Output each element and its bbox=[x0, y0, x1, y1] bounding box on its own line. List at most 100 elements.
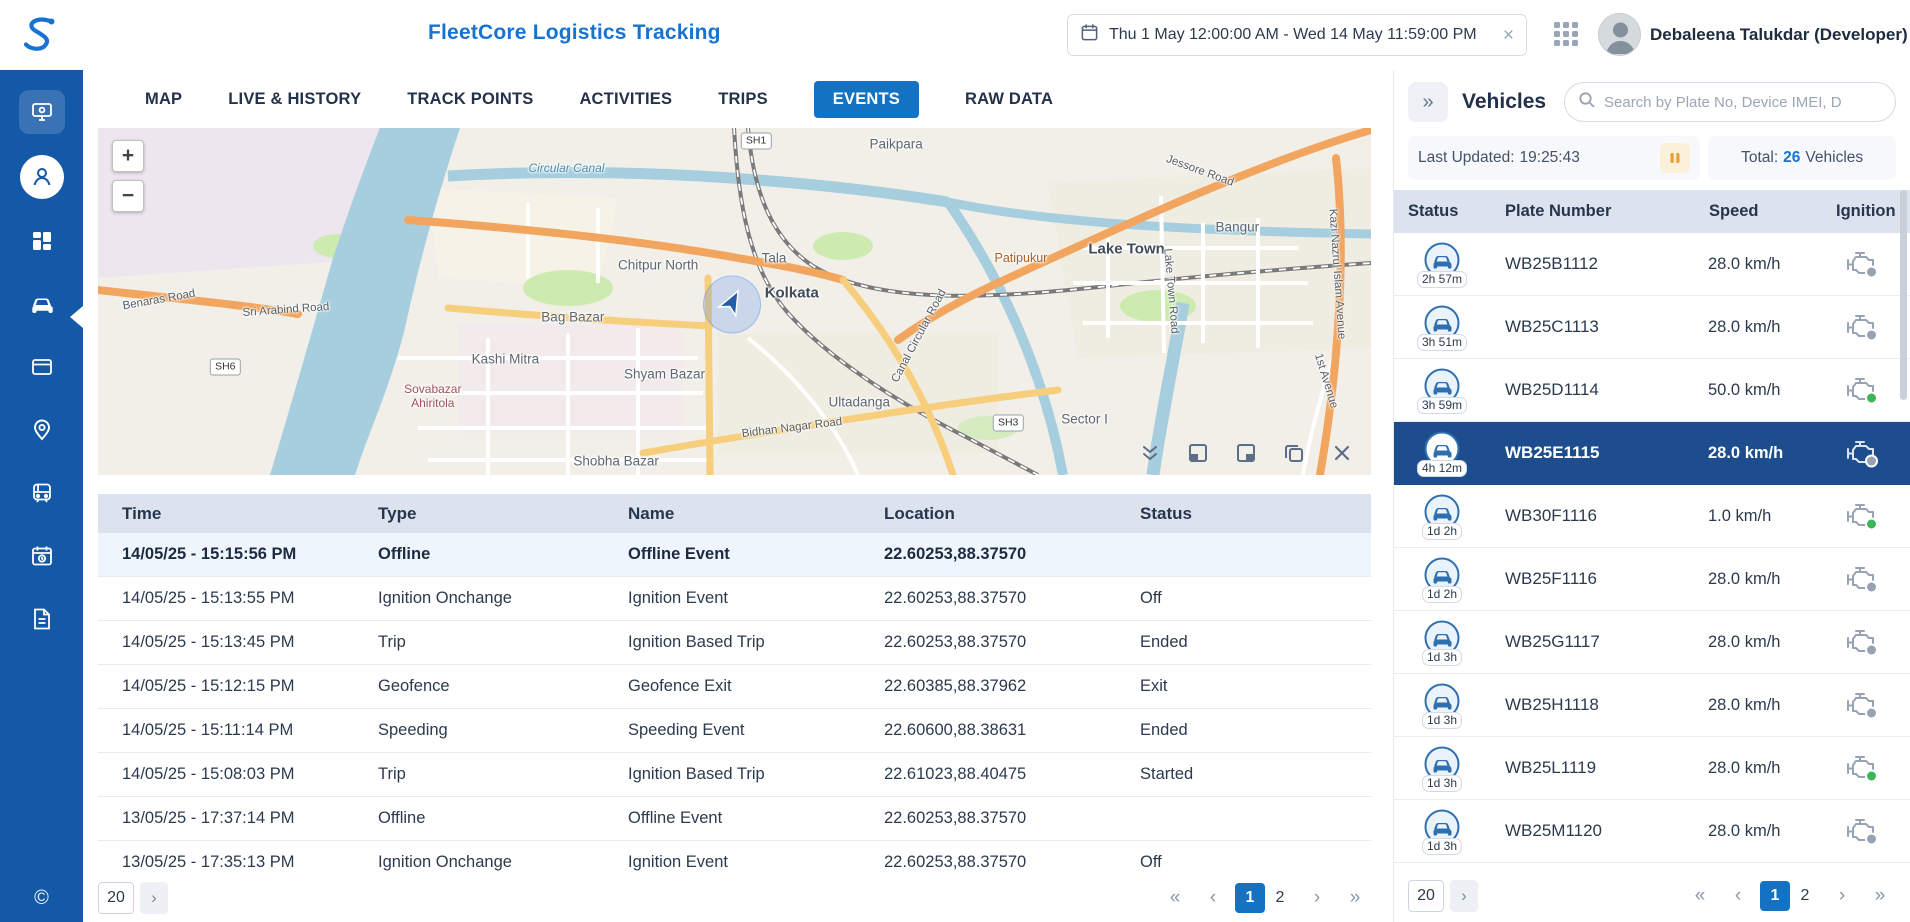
events-prev-page-button[interactable]: ‹ bbox=[1197, 882, 1229, 914]
collapse-table-icon[interactable] bbox=[1137, 440, 1163, 469]
vehicle-speed: 28.0 km/h bbox=[1694, 759, 1814, 778]
vehicle-row[interactable]: 1d 3h WB25M1120 28.0 km/h bbox=[1394, 800, 1910, 863]
apps-grid-icon[interactable] bbox=[1552, 20, 1582, 50]
zoom-out-button[interactable]: − bbox=[112, 180, 144, 212]
event-type: Offline bbox=[354, 545, 604, 564]
vehicles-prev-page-button[interactable]: ‹ bbox=[1722, 880, 1754, 912]
event-status: Started bbox=[1116, 765, 1371, 784]
total-suffix: Vehicles bbox=[1805, 149, 1863, 167]
event-row[interactable]: 14/05/25 - 15:15:56 PMOfflineOffline Eve… bbox=[98, 533, 1371, 577]
map-label: SH6 bbox=[210, 359, 240, 376]
map-label: Kashi Mitra bbox=[472, 351, 540, 366]
events-page-size-expand-icon[interactable]: › bbox=[140, 882, 168, 914]
event-row[interactable]: 14/05/25 - 15:12:15 PMGeofenceGeofence E… bbox=[98, 665, 1371, 709]
copyright-icon[interactable]: © bbox=[0, 887, 83, 910]
vehicle-location-marker[interactable] bbox=[715, 285, 749, 324]
sidebar-item-transport[interactable] bbox=[19, 472, 65, 514]
event-row[interactable]: 14/05/25 - 15:08:03 PMTripIgnition Based… bbox=[98, 753, 1371, 797]
sidebar-item-monitor[interactable] bbox=[19, 90, 65, 134]
bus-icon bbox=[30, 481, 54, 505]
zoom-in-button[interactable]: + bbox=[112, 140, 144, 172]
event-row[interactable]: 14/05/25 - 15:13:55 PMIgnition OnchangeI… bbox=[98, 577, 1371, 621]
sidebar-item-driver[interactable] bbox=[20, 155, 64, 199]
vehicles-page-size[interactable]: 20 bbox=[1408, 880, 1444, 912]
vehicles-infobar: Last Updated: 19:25:43 Total: 26 Vehicle… bbox=[1408, 136, 1896, 180]
copy-icon[interactable] bbox=[1281, 440, 1307, 469]
tab-trips[interactable]: TRIPS bbox=[718, 90, 768, 109]
vehicle-row[interactable]: 4h 12m WB25E1115 28.0 km/h bbox=[1394, 422, 1910, 485]
column-header-speed: Speed bbox=[1694, 202, 1814, 221]
event-row[interactable]: 13/05/25 - 17:35:13 PMIgnition OnchangeI… bbox=[98, 841, 1371, 872]
event-row[interactable]: 14/05/25 - 15:11:14 PMSpeedingSpeeding E… bbox=[98, 709, 1371, 753]
vehicles-panel-title: Vehicles bbox=[1462, 90, 1546, 114]
events-page-size[interactable]: 20 bbox=[98, 882, 134, 914]
column-header-plate: Plate Number bbox=[1490, 202, 1694, 221]
tab-live-history[interactable]: LIVE & HISTORY bbox=[228, 90, 361, 109]
map-label: Kazi Nazrul Islam Avenue bbox=[1326, 208, 1347, 339]
sidebar-item-vehicles[interactable] bbox=[19, 283, 65, 325]
location-pin-icon bbox=[30, 418, 54, 442]
tab-activities[interactable]: ACTIVITIES bbox=[579, 90, 672, 109]
vehicle-row[interactable]: 1d 2h WB30F1116 1.0 km/h bbox=[1394, 485, 1910, 548]
sidebar-item-device[interactable] bbox=[19, 346, 65, 388]
date-clear-icon[interactable]: × bbox=[1503, 26, 1514, 45]
page-button-2[interactable]: 2 bbox=[1265, 883, 1295, 913]
vehicle-plate: WB25F1116 bbox=[1490, 569, 1694, 589]
vehicle-speed: 28.0 km/h bbox=[1694, 633, 1814, 652]
vehicles-next-page-button[interactable]: › bbox=[1826, 880, 1858, 912]
page-button-1[interactable]: 1 bbox=[1760, 881, 1790, 911]
vehicle-row[interactable]: 1d 2h WB25F1116 28.0 km/h bbox=[1394, 548, 1910, 611]
events-first-page-button[interactable]: « bbox=[1159, 882, 1191, 914]
vehicle-row[interactable]: 1d 3h WB25H1118 28.0 km/h bbox=[1394, 674, 1910, 737]
vehicle-row[interactable]: 1d 3h WB25G1117 28.0 km/h bbox=[1394, 611, 1910, 674]
event-status: Ended bbox=[1116, 633, 1371, 652]
map-label: Lake Town bbox=[1088, 241, 1164, 258]
active-sidebar-pointer bbox=[70, 306, 83, 328]
dock-right-icon[interactable] bbox=[1233, 440, 1259, 469]
events-table-body: 14/05/25 - 15:15:56 PMOfflineOffline Eve… bbox=[98, 533, 1371, 872]
close-icon[interactable] bbox=[1329, 440, 1355, 469]
tab-track-points[interactable]: TRACK POINTS bbox=[407, 90, 533, 109]
vehicles-last-page-button[interactable]: » bbox=[1864, 880, 1896, 912]
pause-refresh-icon[interactable] bbox=[1660, 143, 1690, 173]
vehicle-row[interactable]: 1d 3h WB25L1119 28.0 km/h bbox=[1394, 737, 1910, 800]
ignition-icon bbox=[1814, 312, 1910, 342]
ignition-icon bbox=[1814, 501, 1910, 531]
tab-map[interactable]: MAP bbox=[145, 90, 182, 109]
tab-raw-data[interactable]: RAW DATA bbox=[965, 90, 1053, 109]
vehicle-row[interactable]: 3h 59m WB25D1114 50.0 km/h bbox=[1394, 359, 1910, 422]
driver-icon bbox=[30, 165, 54, 189]
vehicles-page-size-expand-icon[interactable]: › bbox=[1450, 880, 1478, 912]
vehicle-speed: 28.0 km/h bbox=[1694, 570, 1814, 589]
sidebar-item-schedule[interactable] bbox=[19, 535, 65, 577]
event-status: Ended bbox=[1116, 721, 1371, 740]
event-status: Exit bbox=[1116, 677, 1371, 696]
page-button-2[interactable]: 2 bbox=[1790, 881, 1820, 911]
user-menu[interactable]: Debaleena Talukdar (Developer) bbox=[1598, 13, 1908, 56]
vehicle-search-input[interactable] bbox=[1604, 94, 1882, 111]
vehicles-scrollbar[interactable] bbox=[1900, 190, 1907, 400]
app-root: FleetCore Logistics Tracking Thu 1 May 1… bbox=[0, 0, 1910, 922]
events-next-page-button[interactable]: › bbox=[1301, 882, 1333, 914]
duration-badge: 1d 2h bbox=[1422, 523, 1462, 540]
event-row[interactable]: 13/05/25 - 17:37:14 PMOfflineOffline Eve… bbox=[98, 797, 1371, 841]
date-range-picker[interactable]: Thu 1 May 12:00:00 AM - Wed 14 May 11:59… bbox=[1067, 14, 1527, 56]
ignition-icon bbox=[1814, 627, 1910, 657]
vehicle-row[interactable]: 2h 57m WB25B1112 28.0 km/h bbox=[1394, 233, 1910, 296]
event-location: 22.60253,88.37570 bbox=[860, 809, 1116, 828]
vehicle-row[interactable]: 3h 51m WB25C1113 28.0 km/h bbox=[1394, 296, 1910, 359]
event-row[interactable]: 14/05/25 - 15:13:45 PMTripIgnition Based… bbox=[98, 621, 1371, 665]
events-last-page-button[interactable]: » bbox=[1339, 882, 1371, 914]
sidebar-item-location[interactable] bbox=[19, 409, 65, 451]
tab-events[interactable]: EVENTS bbox=[814, 81, 919, 118]
column-header-status: Status bbox=[1394, 202, 1490, 221]
page-button-1[interactable]: 1 bbox=[1235, 883, 1265, 913]
sidebar-item-report[interactable] bbox=[19, 598, 65, 640]
map-label: Circular Canal bbox=[528, 161, 604, 175]
collapse-panel-icon[interactable]: » bbox=[1408, 82, 1448, 122]
vehicles-first-page-button[interactable]: « bbox=[1684, 880, 1716, 912]
sidebar-item-dashboard[interactable] bbox=[19, 220, 65, 262]
event-location: 22.61023,88.40475 bbox=[860, 765, 1116, 784]
map-canvas[interactable]: Circular CanalSH1PaikparaJessore RoadBan… bbox=[98, 128, 1371, 475]
dock-left-icon[interactable] bbox=[1185, 440, 1211, 469]
